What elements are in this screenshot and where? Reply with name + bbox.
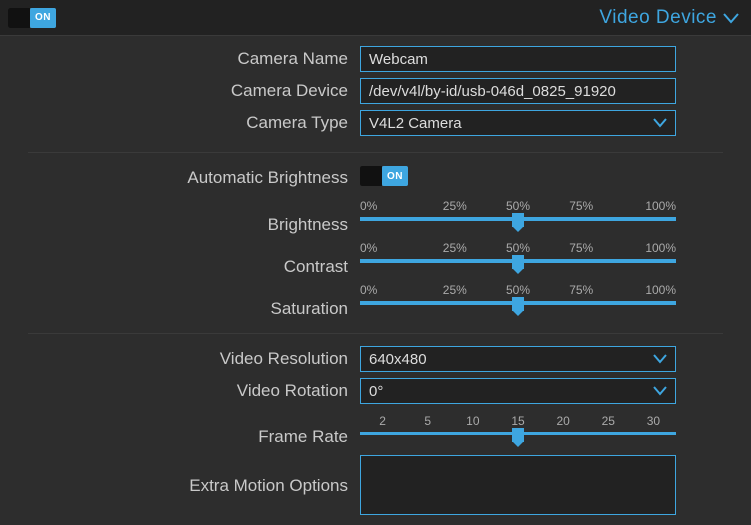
video-rotation-select[interactable]: 0° — [360, 378, 676, 404]
video-resolution-select[interactable]: 640x480 — [360, 346, 676, 372]
frame-rate-ticks: 2 5 10 15 20 25 30 — [360, 414, 676, 428]
chevron-down-icon — [723, 12, 739, 24]
slider-thumb[interactable] — [512, 428, 524, 442]
camera-device-label: Camera Device — [28, 78, 360, 104]
toggle-knob: ON — [30, 8, 56, 28]
video-device-on-toggle[interactable]: ON — [8, 8, 56, 28]
extra-motion-options-label: Extra Motion Options — [28, 455, 360, 499]
camera-name-label: Camera Name — [28, 46, 360, 72]
slider-thumb[interactable] — [512, 297, 524, 311]
saturation-ticks: 0% 25% 50% 75% 100% — [360, 283, 676, 297]
extra-motion-options-input[interactable] — [360, 455, 676, 515]
chevron-down-icon — [653, 118, 667, 128]
saturation-slider[interactable]: 0% 25% 50% 75% 100% — [360, 281, 676, 305]
contrast-ticks: 0% 25% 50% 75% 100% — [360, 241, 676, 255]
camera-name-input[interactable] — [360, 46, 676, 72]
brightness-slider[interactable]: 0% 25% 50% 75% 100% — [360, 197, 676, 221]
frame-rate-label: Frame Rate — [28, 410, 360, 445]
camera-type-value: V4L2 Camera — [369, 115, 462, 132]
camera-device-input[interactable] — [360, 78, 676, 104]
video-resolution-label: Video Resolution — [28, 346, 360, 372]
auto-brightness-label: Automatic Brightness — [28, 165, 360, 191]
brightness-label: Brightness — [28, 198, 360, 233]
contrast-label: Contrast — [28, 240, 360, 275]
video-rotation-label: Video Rotation — [28, 378, 360, 404]
toggle-knob: ON — [382, 166, 408, 186]
section-title-video-device[interactable]: Video Device — [599, 7, 739, 29]
chevron-down-icon — [653, 354, 667, 364]
video-rotation-value: 0° — [369, 383, 383, 400]
camera-type-select[interactable]: V4L2 Camera — [360, 110, 676, 136]
slider-thumb[interactable] — [512, 255, 524, 269]
auto-brightness-toggle[interactable]: ON — [360, 166, 408, 186]
divider — [28, 152, 723, 153]
chevron-down-icon — [653, 386, 667, 396]
frame-rate-slider[interactable]: 2 5 10 15 20 25 30 — [360, 412, 676, 435]
video-resolution-value: 640x480 — [369, 351, 427, 368]
camera-type-label: Camera Type — [28, 110, 360, 136]
saturation-label: Saturation — [28, 282, 360, 317]
slider-thumb[interactable] — [512, 213, 524, 227]
divider — [28, 333, 723, 334]
brightness-ticks: 0% 25% 50% 75% 100% — [360, 199, 676, 213]
section-title-text: Video Device — [599, 7, 717, 29]
contrast-slider[interactable]: 0% 25% 50% 75% 100% — [360, 239, 676, 263]
